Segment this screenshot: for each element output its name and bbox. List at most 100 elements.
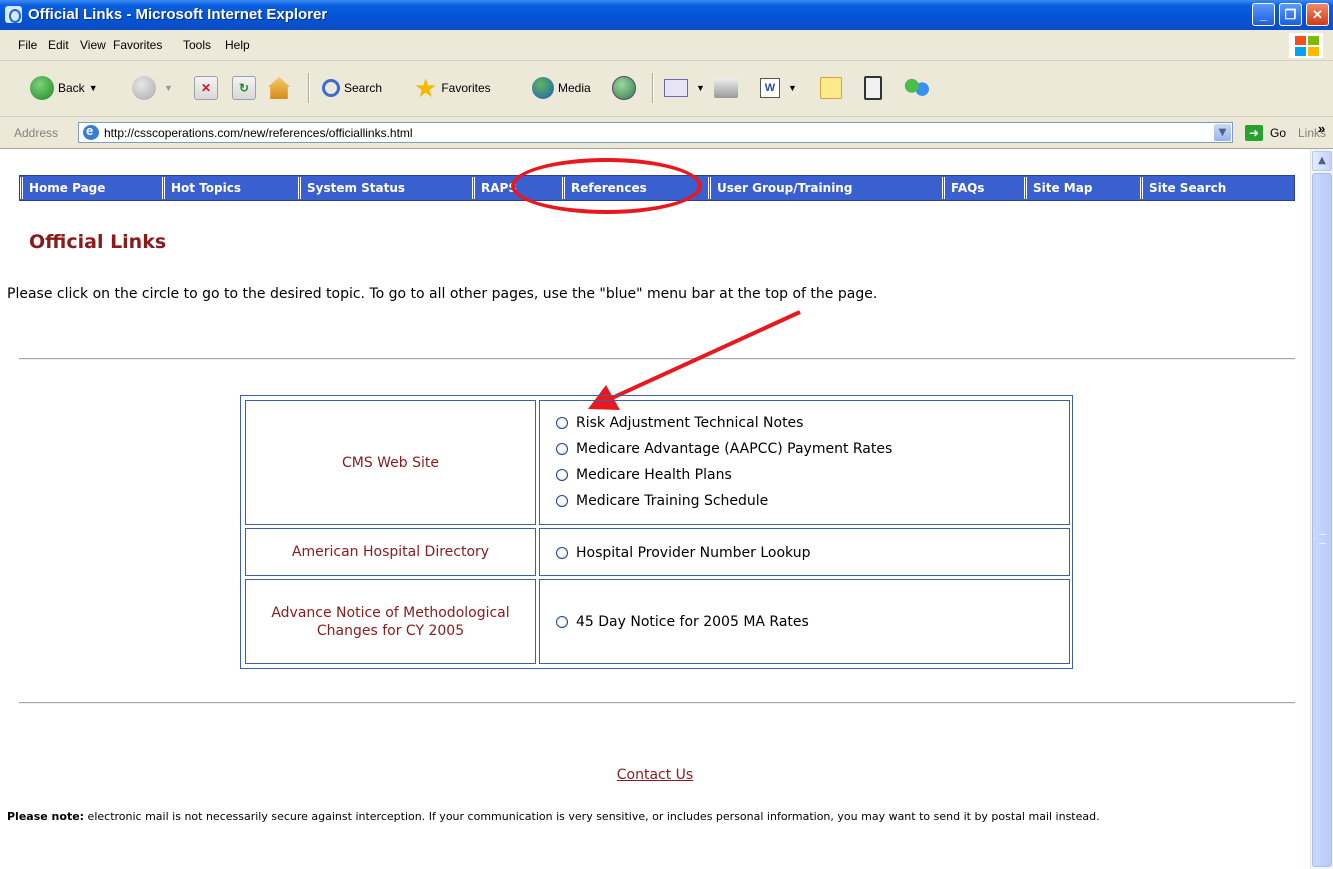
table-row-options: Risk Adjustment Technical Notes Medicare… [539,400,1070,525]
stop-icon: ✕ [194,76,218,100]
option-medicare-health-plans[interactable]: Medicare Health Plans [556,467,732,483]
security-note: Please note: electronic mail is not nece… [7,806,1297,828]
favorites-label: Favorites [441,81,491,95]
cms-web-site-label[interactable]: CMS Web Site [342,454,439,472]
menu-help[interactable]: Help [225,38,250,52]
research-button[interactable] [864,75,886,101]
messenger-icon [904,77,930,99]
annotation-ellipse [511,158,702,214]
divider [19,358,1295,360]
go-button[interactable]: Go [1270,126,1286,140]
page-title: Official Links [29,231,167,253]
go-arrow-icon[interactable]: ➜ [1245,125,1263,141]
media-icon [532,77,554,99]
nav-system-status[interactable]: System Status [298,177,472,199]
note-heading: Please note: [7,810,85,823]
maximize-button[interactable]: ❐ [1279,3,1302,26]
menu-bar: File Edit View Favorites Tools Help [0,30,1333,61]
nav-site-map[interactable]: Site Map [1024,177,1140,199]
refresh-button[interactable]: ↻ [232,75,260,101]
mail-button[interactable]: ▼ [664,75,705,101]
history-icon [612,76,636,100]
option-label: Medicare Advantage (AAPCC) Payment Rates [576,441,893,457]
windows-logo-icon [1289,33,1323,58]
scroll-thumb[interactable] [1312,173,1332,867]
option-hospital-provider-lookup[interactable]: Hospital Provider Number Lookup [556,545,810,561]
radio-button[interactable] [556,495,568,507]
nav-faqs[interactable]: FAQs [942,177,1024,199]
nav-hot-topics[interactable]: Hot Topics [162,177,298,199]
address-dropdown-icon[interactable]: ▼ [1214,124,1231,141]
messenger-button[interactable] [904,75,934,101]
menu-view[interactable]: View [80,38,106,52]
nav-site-search[interactable]: Site Search [1140,177,1294,199]
option-label: 45 Day Notice for 2005 MA Rates [576,614,809,630]
scroll-grip-icon [1319,534,1326,544]
radio-button[interactable] [556,417,568,429]
american-hospital-directory-label[interactable]: American Hospital Directory [292,543,489,561]
radio-button[interactable] [556,547,568,559]
favorites-star-icon: ★ [414,73,438,103]
note-text: electronic mail is not necessarily secur… [84,810,1100,823]
close-button[interactable]: ✕ [1306,3,1329,26]
page-icon [83,123,99,140]
address-bar: Address http://csscoperations.com/new/re… [0,117,1333,149]
discuss-button[interactable] [820,75,846,101]
back-dropdown-icon[interactable]: ▼ [89,83,98,93]
vertical-scrollbar[interactable]: ▲ [1310,149,1333,869]
radio-button[interactable] [556,443,568,455]
menu-favorites[interactable]: Favorites [113,38,162,52]
option-45-day-notice[interactable]: 45 Day Notice for 2005 MA Rates [556,614,809,630]
address-input[interactable]: http://csscoperations.com/new/references… [78,122,1233,143]
home-icon [268,77,290,99]
research-icon [864,76,882,100]
option-medicare-advantage[interactable]: Medicare Advantage (AAPCC) Payment Rates [556,441,892,457]
nav-home-page[interactable]: Home Page [20,177,162,199]
stop-button[interactable]: ✕ [194,75,222,101]
print-icon [714,78,738,98]
links-chevron-icon[interactable]: » [1318,121,1325,136]
edit-dropdown-icon[interactable]: ▼ [788,83,797,93]
menu-tools[interactable]: Tools [183,38,211,52]
menu-file[interactable]: File [18,38,37,52]
option-label: Medicare Health Plans [576,467,732,483]
forward-button[interactable]: ▼ [132,75,173,101]
option-label: Hospital Provider Number Lookup [576,545,811,561]
standard-toolbar: Back ▼ ▼ ✕ ↻ Search ★ Favorites Media ▼ … [0,61,1333,117]
option-label: Risk Adjustment Technical Notes [576,415,804,431]
menu-edit[interactable]: Edit [48,38,69,52]
nav-user-group-training[interactable]: User Group/Training [708,177,942,199]
media-button[interactable]: Media [532,75,591,101]
option-risk-adjustment[interactable]: Risk Adjustment Technical Notes [556,415,803,431]
table-row-options: Hospital Provider Number Lookup [539,528,1070,576]
favorites-button[interactable]: ★ Favorites [414,75,491,101]
refresh-icon: ↻ [232,76,256,100]
mail-dropdown-icon[interactable]: ▼ [696,83,705,93]
home-button[interactable] [268,75,294,101]
address-url[interactable]: http://csscoperations.com/new/references… [104,126,413,140]
minimize-button[interactable]: _ [1252,3,1275,26]
advance-notice-label[interactable]: Advance Notice of Methodological Changes… [254,604,527,640]
divider [19,702,1295,704]
table-row-label: American Hospital Directory [245,528,536,576]
edit-button[interactable]: W ▼ [760,75,797,101]
history-button[interactable] [612,75,640,101]
option-label: Medicare Training Schedule [576,493,769,509]
mail-icon [664,79,688,97]
print-button[interactable] [714,75,742,101]
back-label: Back [58,81,85,95]
scroll-up-icon[interactable]: ▲ [1312,151,1332,171]
title-bar: Official Links - Microsoft Internet Expl… [0,0,1333,30]
radio-button[interactable] [556,469,568,481]
search-button[interactable]: Search [322,75,382,101]
back-button[interactable]: Back ▼ [30,75,98,101]
radio-button[interactable] [556,616,568,628]
contact-us-link[interactable]: Contact Us [617,767,693,783]
forward-icon [132,76,156,100]
address-label: Address [14,126,59,140]
toolbar-separator [308,73,310,103]
table-row-options: 45 Day Notice for 2005 MA Rates [539,579,1070,664]
search-icon [322,79,340,97]
option-medicare-training-schedule[interactable]: Medicare Training Schedule [556,493,768,509]
forward-dropdown-icon: ▼ [164,83,173,93]
